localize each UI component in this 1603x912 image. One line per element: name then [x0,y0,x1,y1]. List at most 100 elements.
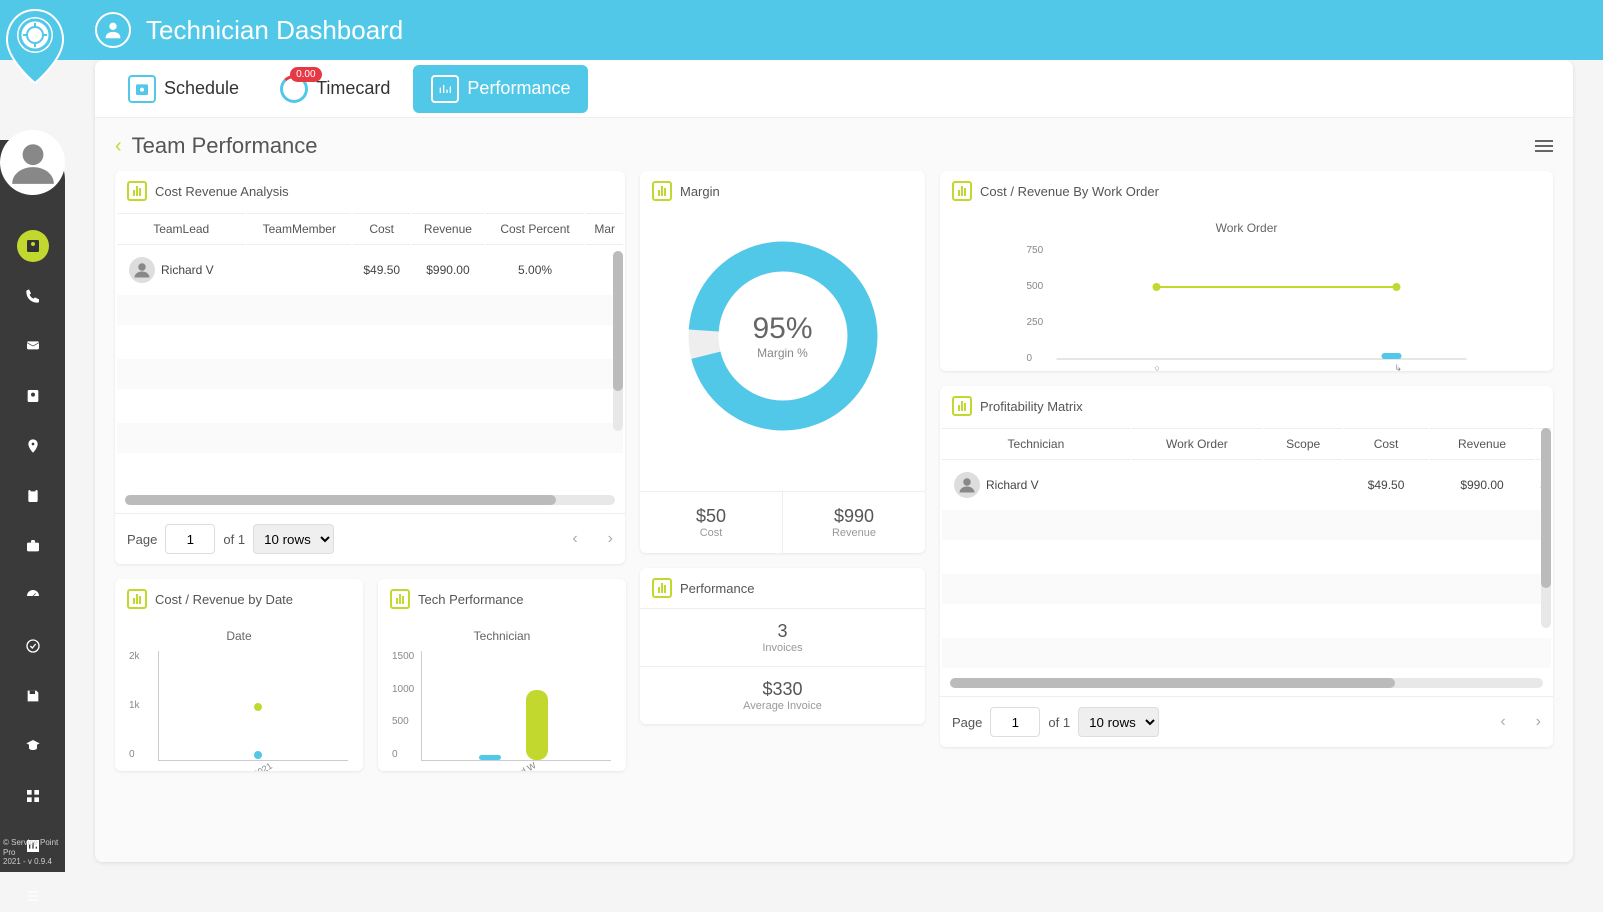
sidebar-item-location[interactable] [17,430,49,462]
cell-tech: Richard V [986,478,1039,492]
th-teammember[interactable]: TeamMember [247,213,351,245]
sidebar-item-contacts[interactable] [17,380,49,412]
card-profit-matrix: Profitability Matrix Technician Work Ord… [940,386,1553,747]
cell-revenue: $990.00 [412,247,483,293]
sidebar-item-save[interactable] [17,680,49,712]
th-cost[interactable]: Cost [353,213,410,245]
cell-teamlead: Richard V [161,263,214,277]
page-input[interactable] [990,707,1040,737]
sidebar-item-gauge[interactable] [17,580,49,612]
page-prev-icon[interactable]: ‹ [572,530,577,548]
cell-revenue: $990.00 [1430,462,1535,508]
sidebar-item-briefcase[interactable] [17,530,49,562]
margin-donut-chart: 95% Margin % [678,231,888,441]
bar-chart-icon [127,181,147,201]
tab-label: Performance [467,78,570,99]
sidebar-item-grid[interactable] [17,780,49,812]
svg-text:250: 250 [1027,317,1044,328]
card-title: Cost / Revenue by Date [155,592,293,607]
page-next-icon[interactable]: › [1536,713,1541,731]
page-heading: Team Performance [132,133,318,159]
cost-revenue-table: TeamLead TeamMember Cost Revenue Cost Pe… [115,211,625,487]
table-row[interactable]: Richard V $49.50 $990.00 $ [942,462,1551,508]
sidebar-item-check[interactable] [17,630,49,662]
cell-costpercent: 5.00% [486,247,585,293]
bar-chart-icon [652,578,672,598]
sidebar-item-dashboard[interactable] [17,230,49,262]
card-workorder: Cost / Revenue By Work Order Work Order … [940,171,1553,371]
th-rev[interactable]: Revenue [1430,428,1535,460]
perf-avg: $330 [640,679,925,700]
tab-schedule[interactable]: Schedule [110,65,257,113]
th-scope[interactable]: Scope [1264,428,1342,460]
th-wo[interactable]: Work Order [1132,428,1262,460]
card-margin: Margin 95% Margin % [640,171,925,553]
sidebar-item-clipboard[interactable] [17,480,49,512]
data-point-cost [254,751,262,759]
back-chevron-icon[interactable]: ‹ [115,135,122,158]
pager-label: Page [127,532,157,547]
tab-timecard[interactable]: 0.00 Timecard [262,65,408,113]
scrollbar-vertical[interactable] [1541,428,1551,628]
user-circle-icon [95,12,131,48]
sidebar-item-message[interactable] [17,330,49,362]
chart-label: Work Order [960,221,1533,235]
svg-text:0: 0 [1027,353,1033,364]
scrollbar-horizontal[interactable] [125,495,615,505]
content-panel: Schedule 0.00 Timecard Performance ‹ Tea… [95,60,1573,862]
avatar-icon [954,472,980,498]
th-teamlead[interactable]: TeamLead [117,213,245,245]
pager-label: Page [952,715,982,730]
copyright: © Service Point Pro 2021 - v 0.9.4 [3,838,65,867]
margin-cost-lbl: Cost [640,527,782,539]
workorder-chart: Work Order 750 500 250 0 [940,211,1553,371]
profit-table: Technician Work Order Scope Cost Revenue… [940,426,1553,670]
th-margin[interactable]: Mar [586,213,623,245]
topbar: Technician Dashboard [0,0,1603,60]
card-title: Cost Revenue Analysis [155,184,289,199]
sidebar: © Service Point Pro 2021 - v 0.9.4 [0,140,65,872]
data-point-revenue [254,703,262,711]
cell-cost: $49.50 [353,247,410,293]
table-row[interactable]: Richard V $49.50 $990.00 5.00% [117,247,623,293]
scrollbar-vertical[interactable] [613,251,623,431]
perf-avg-lbl: Average Invoice [640,700,925,712]
margin-revenue: $990 [783,506,925,527]
rows-select[interactable]: 10 rows [253,524,334,554]
sidebar-item-education[interactable] [17,730,49,762]
rows-select[interactable]: 10 rows [1078,707,1159,737]
tech-chart: 150010005000 Richard W [421,651,611,761]
th-costpercent[interactable]: Cost Percent [486,213,585,245]
th-revenue[interactable]: Revenue [412,213,483,245]
page-title-top: Technician Dashboard [146,15,403,46]
cell-cost: $49.50 [1344,462,1427,508]
bar-chart-icon [652,181,672,201]
tab-performance[interactable]: Performance [413,65,588,113]
card-cost-revenue: Cost Revenue Analysis TeamLead TeamMembe… [115,171,625,564]
card-title: Profitability Matrix [980,399,1083,414]
bar-cost [479,755,501,760]
menu-icon[interactable] [1535,140,1553,152]
page-next-icon[interactable]: › [608,530,613,548]
x-label: 9/13/2021 [234,761,274,771]
bar-chart-icon [127,589,147,609]
svg-text:↳: ↳ [1395,363,1403,371]
app-logo [5,5,65,85]
card-cost-revenue-date: Cost / Revenue by Date Date 2k1k0 9/13/2… [115,579,363,771]
margin-cost: $50 [640,506,782,527]
calendar-icon [128,75,156,103]
th-tech[interactable]: Technician [942,428,1130,460]
tab-label: Schedule [164,78,239,99]
date-chart: 2k1k0 9/13/2021 [158,651,348,761]
scrollbar-horizontal[interactable] [950,678,1543,688]
page-input[interactable] [165,524,215,554]
bar-revenue [526,690,548,760]
th-cost[interactable]: Cost [1344,428,1427,460]
sidebar-item-phone[interactable] [17,280,49,312]
bar-chart-icon [952,181,972,201]
bar-chart-icon [952,396,972,416]
margin-percent-label: Margin % [752,346,812,360]
page-prev-icon[interactable]: ‹ [1500,713,1505,731]
avatar[interactable] [0,130,65,195]
sidebar-item-list[interactable] [17,880,49,912]
